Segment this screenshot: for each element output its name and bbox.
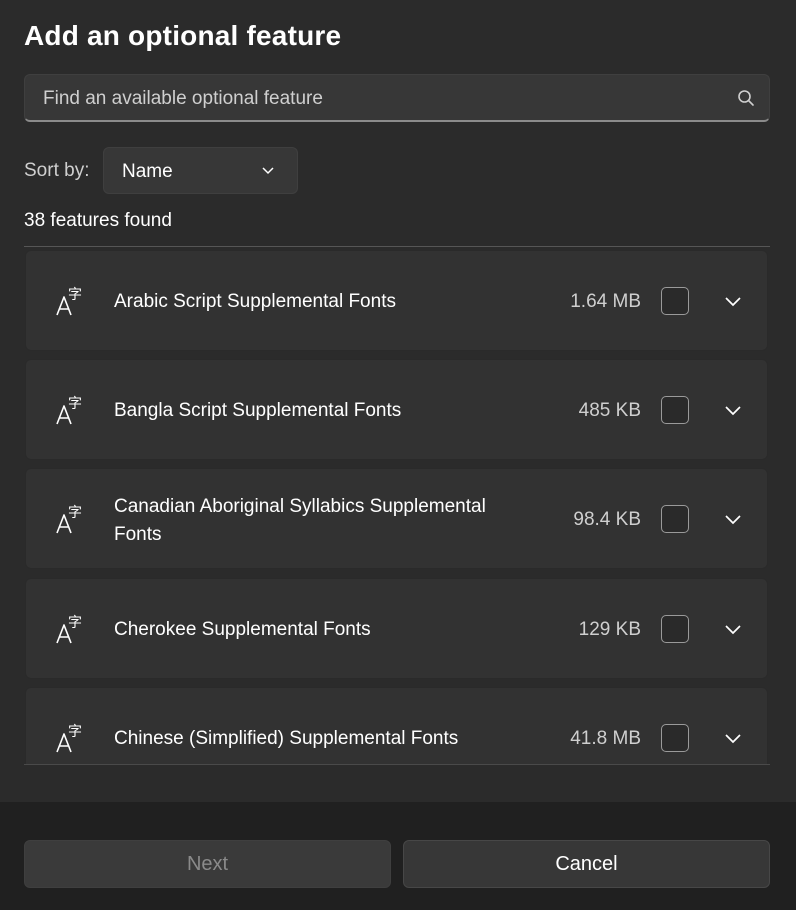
list-divider <box>24 246 770 247</box>
search-input[interactable] <box>41 75 725 123</box>
chevron-down-icon[interactable] <box>724 624 742 636</box>
svg-text:字: 字 <box>68 287 82 303</box>
search-icon[interactable] <box>737 89 755 107</box>
feature-checkbox[interactable] <box>661 505 689 533</box>
feature-size: 1.64 MB <box>570 291 641 312</box>
feature-row[interactable]: 字 Cherokee Supplemental Fonts 129 KB <box>25 578 768 679</box>
cancel-button[interactable]: Cancel <box>403 840 770 888</box>
sort-dropdown[interactable]: Name <box>103 147 298 194</box>
font-language-icon: 字 <box>56 287 82 316</box>
feature-checkbox[interactable] <box>661 287 689 315</box>
next-button[interactable]: Next <box>24 840 391 888</box>
feature-size: 129 KB <box>578 619 641 640</box>
chevron-down-icon[interactable] <box>724 405 742 417</box>
chevron-down-icon[interactable] <box>724 296 742 308</box>
feature-name: Chinese (Simplified) Supplemental Fonts <box>114 728 459 749</box>
feature-name: Bangla Script Supplemental Fonts <box>114 400 402 421</box>
font-language-icon: 字 <box>56 396 82 425</box>
svg-text:字: 字 <box>68 505 82 521</box>
feature-name: Arabic Script Supplemental Fonts <box>114 291 396 312</box>
features-count: 38 features found <box>24 210 172 231</box>
dialog-footer: Next Cancel <box>0 802 796 910</box>
svg-text:字: 字 <box>68 396 82 412</box>
feature-checkbox[interactable] <box>661 615 689 643</box>
font-language-icon: 字 <box>56 724 82 753</box>
chevron-down-icon[interactable] <box>724 733 742 745</box>
font-language-icon: 字 <box>56 505 82 534</box>
feature-row[interactable]: 字 Canadian Aboriginal Syllabics Suppleme… <box>25 468 768 569</box>
feature-name: Canadian Aboriginal Syllabics Supplement… <box>114 496 486 545</box>
sort-label: Sort by: <box>24 160 90 181</box>
feature-checkbox[interactable] <box>661 724 689 752</box>
search-box[interactable] <box>24 74 770 123</box>
list-bottom-divider <box>24 764 770 765</box>
chevron-down-icon <box>262 167 274 175</box>
feature-checkbox[interactable] <box>661 396 689 424</box>
feature-list[interactable]: 字 Arabic Script Supplemental Fonts 1.64 … <box>24 248 770 764</box>
font-language-icon: 字 <box>56 615 82 644</box>
svg-text:字: 字 <box>68 724 82 740</box>
feature-row[interactable]: 字 Chinese (Simplified) Supplemental Font… <box>25 687 768 764</box>
chevron-down-icon[interactable] <box>724 514 742 526</box>
feature-size: 485 KB <box>578 400 641 421</box>
feature-row[interactable]: 字 Bangla Script Supplemental Fonts 485 K… <box>25 359 768 460</box>
feature-size: 98.4 KB <box>573 509 641 530</box>
dialog-title: Add an optional feature <box>24 20 342 51</box>
feature-row[interactable]: 字 Arabic Script Supplemental Fonts 1.64 … <box>25 250 768 351</box>
sort-value: Name <box>122 161 173 182</box>
feature-name: Cherokee Supplemental Fonts <box>114 619 371 640</box>
feature-size: 41.8 MB <box>570 728 641 749</box>
svg-text:字: 字 <box>68 615 82 631</box>
optional-feature-dialog: Add an optional feature Sort by: Name 38… <box>0 0 796 910</box>
